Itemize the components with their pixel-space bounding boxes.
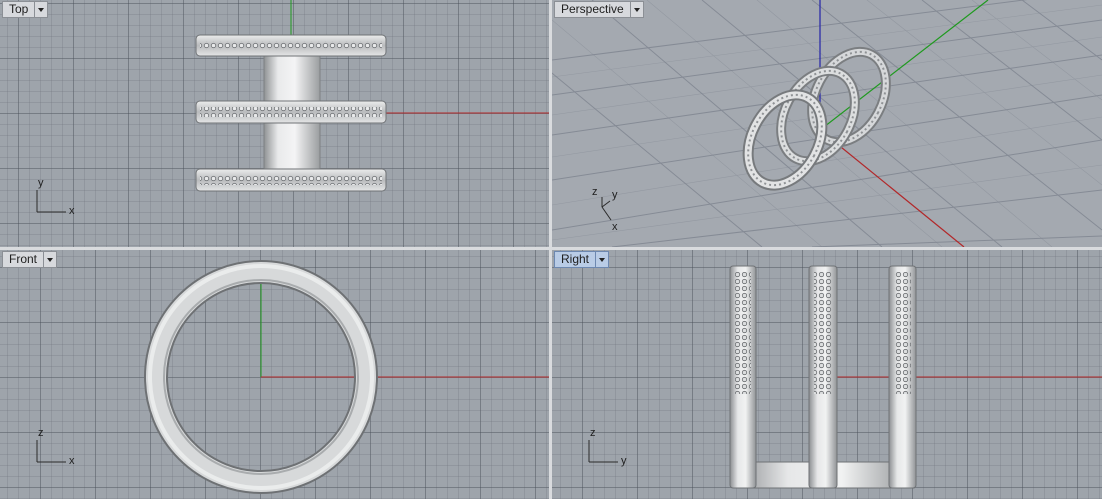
axis-widget: z y bbox=[588, 427, 627, 467]
axis-label-z: z bbox=[592, 186, 598, 198]
ring-right-band-1[interactable] bbox=[729, 265, 757, 489]
ring-band-3[interactable] bbox=[195, 168, 387, 192]
axis-label-horizontal: x bbox=[69, 205, 75, 217]
axis-label-vertical: z bbox=[590, 427, 596, 439]
right-scene[interactable]: z y bbox=[552, 250, 1102, 499]
ring-right-band-3[interactable] bbox=[888, 265, 917, 489]
viewport-title[interactable]: Right bbox=[555, 252, 595, 267]
viewport-label-top[interactable]: Top bbox=[2, 1, 49, 18]
ring-band-2[interactable] bbox=[195, 100, 387, 124]
viewport-label-right[interactable]: Right bbox=[554, 251, 610, 268]
axis-label-horizontal: y bbox=[621, 455, 627, 467]
axis-widget: y x bbox=[36, 177, 75, 217]
viewport-title[interactable]: Front bbox=[3, 252, 43, 267]
axis-label-vertical: y bbox=[38, 177, 44, 189]
chevron-down-icon[interactable] bbox=[34, 2, 47, 17]
viewport-right[interactable]: Right z y bbox=[552, 250, 1102, 499]
chevron-down-icon[interactable] bbox=[43, 252, 56, 267]
axis-widget: z x bbox=[36, 427, 75, 467]
viewport-label-front[interactable]: Front bbox=[2, 251, 58, 268]
viewport-title[interactable]: Perspective bbox=[555, 2, 630, 17]
perspective-scene[interactable]: z y x bbox=[552, 0, 1102, 247]
axis-widget: z y x bbox=[592, 186, 618, 233]
top-scene[interactable]: y x bbox=[0, 0, 549, 247]
viewport-top[interactable]: Top y x bbox=[0, 0, 549, 247]
ring-right-band-2[interactable] bbox=[808, 265, 838, 489]
axis-label-y: y bbox=[612, 189, 618, 201]
axis-label-x: x bbox=[612, 221, 618, 233]
viewport-front[interactable]: Front z x bbox=[0, 250, 549, 499]
axis-label-horizontal: x bbox=[69, 455, 75, 467]
viewport-perspective[interactable]: Perspective z y x bbox=[552, 0, 1102, 247]
viewport-title[interactable]: Top bbox=[3, 2, 34, 17]
axis-label-vertical: z bbox=[38, 427, 44, 439]
ring-band-1[interactable] bbox=[195, 34, 387, 57]
chevron-down-icon[interactable] bbox=[595, 252, 608, 267]
front-scene[interactable]: z x bbox=[0, 250, 549, 499]
y-axis-line bbox=[819, 0, 989, 131]
chevron-down-icon[interactable] bbox=[629, 2, 643, 17]
viewport-label-perspective[interactable]: Perspective bbox=[554, 1, 644, 18]
